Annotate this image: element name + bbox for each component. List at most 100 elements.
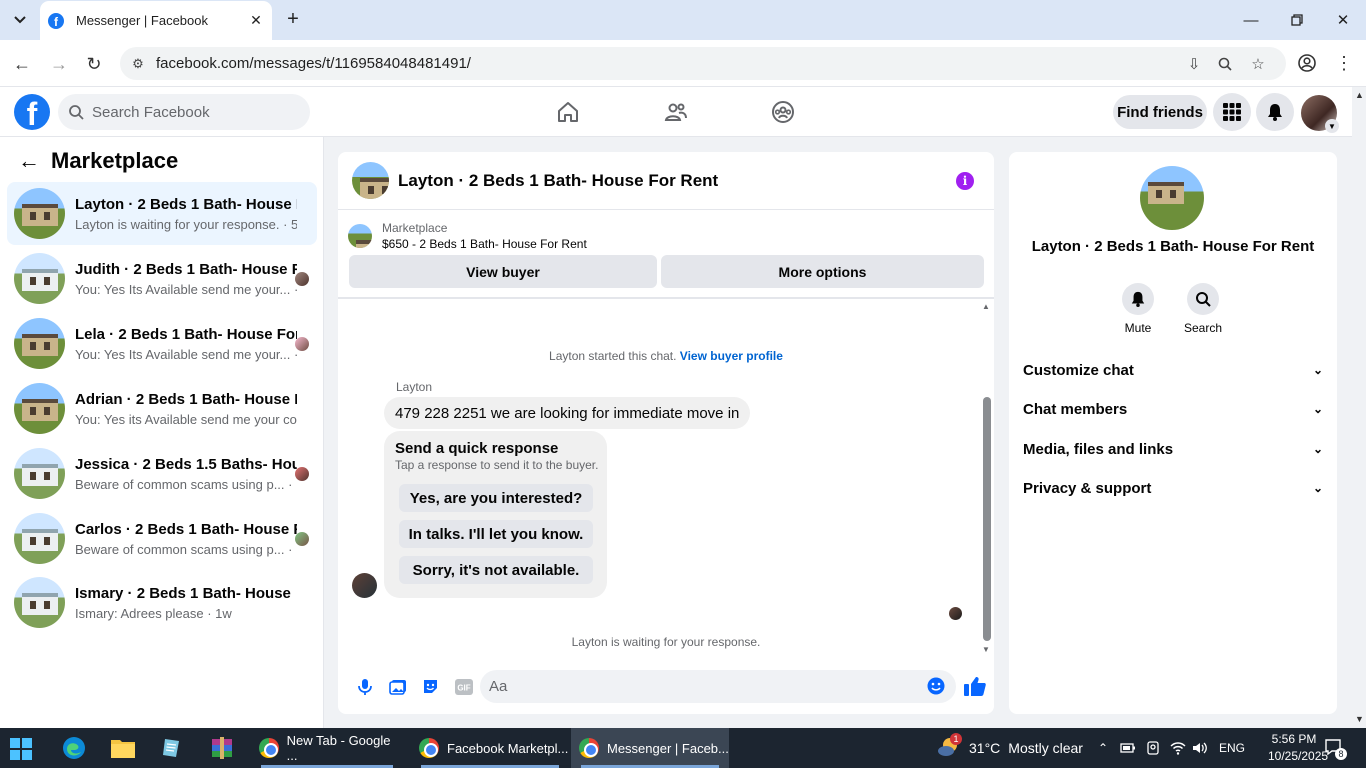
- info-icon[interactable]: i: [956, 172, 974, 190]
- scroll-down-icon[interactable]: ▼: [1355, 714, 1364, 724]
- conversation-item[interactable]: Carlos · 2 Beds 1 Bath- House Fo... Bewa…: [7, 507, 317, 570]
- camera-icon[interactable]: [1145, 728, 1161, 768]
- quick-reply-talks-button[interactable]: In talks. I'll let you know.: [399, 520, 593, 548]
- input-language[interactable]: ENG: [1219, 728, 1245, 768]
- scroll-down-icon[interactable]: ▼: [982, 645, 990, 654]
- mute-action[interactable]: Mute: [1108, 283, 1168, 335]
- listing-photo[interactable]: [1140, 166, 1204, 230]
- show-hidden-icons[interactable]: ⌃: [1098, 728, 1108, 768]
- back-arrow-icon[interactable]: ←: [18, 148, 42, 174]
- profile-icon[interactable]: [1296, 52, 1318, 74]
- search-icon[interactable]: [1187, 283, 1219, 315]
- message-bubble[interactable]: 479 228 2251 we are looking for immediat…: [384, 397, 751, 429]
- quick-reply-unavailable-button[interactable]: Sorry, it's not available.: [399, 556, 593, 584]
- conversation-item[interactable]: Lela · 2 Beds 1 Bath- House For ... You:…: [7, 312, 317, 375]
- forward-icon[interactable]: →: [47, 52, 71, 76]
- find-friends-button[interactable]: Find friends: [1113, 95, 1207, 129]
- message-composer[interactable]: [480, 670, 956, 703]
- customize-chat-section[interactable]: Customize chat ⌄: [1023, 358, 1323, 382]
- conversation-item[interactable]: Ismary · 2 Beds 1 Bath- House Ismary: Ad…: [7, 571, 317, 634]
- photo-icon[interactable]: [381, 670, 414, 703]
- close-tab-icon[interactable]: ✕: [244, 9, 268, 33]
- microphone-icon[interactable]: [348, 670, 381, 703]
- scrollbar-thumb[interactable]: [983, 397, 991, 641]
- taskbar-app-label: New Tab - Google ...: [286, 733, 391, 763]
- conversation-item[interactable]: Layton · 2 Beds 1 Bath- House For ... La…: [7, 182, 317, 245]
- page-scrollbar[interactable]: ▲ ▼: [1352, 87, 1366, 728]
- minimize-icon[interactable]: —: [1228, 0, 1274, 40]
- facebook-search[interactable]: [58, 94, 310, 130]
- url-text[interactable]: facebook.com/messages/t/1169584048481491…: [156, 55, 471, 72]
- install-app-icon[interactable]: ⇩: [1182, 52, 1206, 76]
- search-action[interactable]: Search: [1173, 283, 1233, 335]
- file-explorer-icon[interactable]: [107, 734, 139, 762]
- new-tab-icon[interactable]: +: [282, 8, 304, 30]
- conversation-item[interactable]: Judith · 2 Beds 1 Bath- House Fo... You:…: [7, 247, 317, 310]
- facebook-logo-icon[interactable]: f: [14, 94, 50, 130]
- site-settings-icon[interactable]: ⚙: [120, 56, 156, 72]
- taskbar-app-new-tab[interactable]: New Tab - Google ...: [251, 728, 403, 768]
- view-buyer-profile-link[interactable]: View buyer profile: [680, 349, 783, 363]
- conversation-item[interactable]: Adrian · 2 Beds 1 Bath- House For ... Yo…: [7, 377, 317, 440]
- view-buyer-button[interactable]: View buyer: [349, 255, 657, 288]
- search-icon: [69, 105, 84, 120]
- message-input[interactable]: [489, 678, 909, 695]
- conversation-item[interactable]: Jessica · 2 Beds 1.5 Baths- House Beware…: [7, 442, 317, 505]
- facebook-search-input[interactable]: [92, 103, 292, 121]
- account-avatar[interactable]: ▼: [1301, 95, 1339, 133]
- chevron-down-icon: ⌄: [1312, 481, 1323, 495]
- windows-taskbar: New Tab - Google ... Facebook Marketpl..…: [0, 728, 1366, 768]
- taskbar-app-messenger[interactable]: Messenger | Faceb...: [571, 728, 729, 768]
- system-clock[interactable]: 5:56 PM 10/25/2025: [1268, 731, 1328, 765]
- friends-icon[interactable]: [662, 98, 690, 126]
- notification-center-icon[interactable]: 8: [1324, 728, 1347, 768]
- edge-icon[interactable]: [58, 734, 90, 762]
- wifi-icon[interactable]: [1170, 728, 1186, 768]
- sender-avatar[interactable]: [352, 573, 377, 598]
- scroll-up-icon[interactable]: ▲: [1355, 90, 1364, 100]
- emoji-icon[interactable]: [926, 676, 946, 696]
- home-icon[interactable]: [554, 98, 582, 126]
- close-window-icon[interactable]: ✕: [1320, 0, 1366, 40]
- chat-panel: Layton · 2 Beds 1 Bath- House For Rent i…: [338, 152, 994, 714]
- sticker-icon[interactable]: [414, 670, 447, 703]
- thumbs-up-icon[interactable]: [962, 671, 988, 701]
- listing-thumbnail: [14, 448, 65, 499]
- restore-icon[interactable]: [1274, 0, 1320, 40]
- conversation-name: Adrian · 2 Beds 1 Bath- House For ...: [75, 390, 297, 408]
- groups-icon[interactable]: [769, 98, 797, 126]
- bell-icon[interactable]: [1122, 283, 1154, 315]
- notepad-icon[interactable]: [156, 734, 188, 762]
- chat-title[interactable]: Layton · 2 Beds 1 Bath- House For Rent: [398, 171, 718, 191]
- more-options-button[interactable]: More options: [661, 255, 984, 288]
- back-icon[interactable]: ←: [10, 52, 34, 76]
- volume-icon[interactable]: [1192, 728, 1208, 768]
- listing-summary[interactable]: Marketplace $650 - 2 Beds 1 Bath- House …: [348, 220, 587, 252]
- conversation-preview: You: Yes Its Available send me your... ·…: [75, 346, 297, 362]
- address-bar[interactable]: ⚙ facebook.com/messages/t/11695840484814…: [120, 47, 1286, 80]
- taskbar-app-label: Facebook Marketpl...: [447, 740, 569, 756]
- winrar-icon[interactable]: [206, 734, 238, 762]
- reload-icon[interactable]: ↻: [82, 52, 106, 76]
- media-files-links-section[interactable]: Media, files and links ⌄: [1023, 437, 1323, 461]
- mute-label: Mute: [1124, 321, 1152, 335]
- scroll-up-icon[interactable]: ▲: [982, 302, 990, 311]
- chrome-icon: [259, 738, 279, 758]
- browser-menu-icon[interactable]: ⋮: [1333, 52, 1355, 74]
- tab-search-icon[interactable]: [9, 9, 31, 31]
- bookmark-star-icon[interactable]: ☆: [1246, 52, 1270, 76]
- zoom-icon[interactable]: [1213, 52, 1237, 76]
- quick-reply-yes-button[interactable]: Yes, are you interested?: [399, 484, 593, 512]
- chat-members-section[interactable]: Chat members ⌄: [1023, 397, 1323, 421]
- notifications-bell-icon[interactable]: [1256, 93, 1294, 131]
- weather-widget[interactable]: 1 31°C Mostly clear: [936, 728, 1083, 768]
- windows-start-icon[interactable]: [10, 738, 32, 760]
- privacy-support-section[interactable]: Privacy & support ⌄: [1023, 476, 1323, 500]
- browser-tab-active[interactable]: f Messenger | Facebook ✕: [40, 1, 272, 40]
- menu-grid-icon[interactable]: [1213, 93, 1251, 131]
- battery-icon[interactable]: [1120, 728, 1136, 768]
- gif-icon[interactable]: GIF: [447, 670, 480, 703]
- browser-toolbar: ← → ↻ ⚙ facebook.com/messages/t/11695840…: [0, 40, 1366, 87]
- chat-scrollbar[interactable]: ▲ ▼: [980, 302, 994, 654]
- taskbar-app-facebook-marketplace[interactable]: Facebook Marketpl...: [411, 728, 569, 768]
